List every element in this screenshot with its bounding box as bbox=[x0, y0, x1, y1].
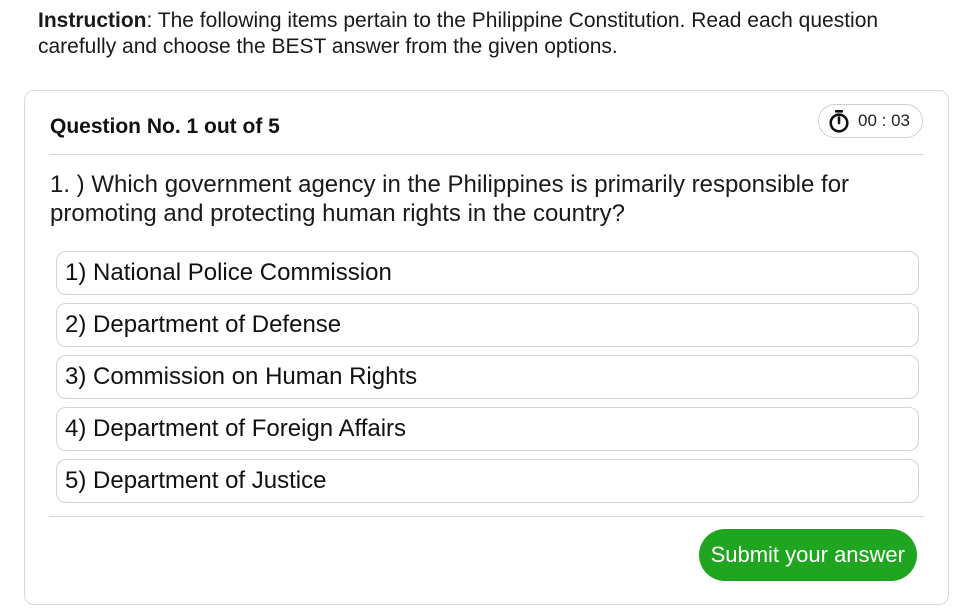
submit-answer-button[interactable]: Submit your answer bbox=[698, 529, 917, 581]
question-counter: Question No. 1 out of 5 bbox=[50, 115, 280, 138]
option-3[interactable]: 3) Commission on Human Rights bbox=[56, 355, 919, 399]
options-list: 1) National Police Commission 2) Departm… bbox=[56, 251, 919, 511]
footer-divider bbox=[49, 516, 924, 517]
timer-badge: 00 : 03 bbox=[818, 104, 923, 138]
option-1[interactable]: 1) National Police Commission bbox=[56, 251, 919, 295]
instruction-label: Instruction bbox=[38, 9, 147, 32]
option-5[interactable]: 5) Department of Justice bbox=[56, 459, 919, 503]
header-divider bbox=[49, 154, 924, 155]
stopwatch-icon bbox=[828, 109, 850, 133]
question-text: 1. ) Which government agency in the Phil… bbox=[50, 171, 850, 227]
timer-value: 00 : 03 bbox=[858, 111, 910, 130]
instruction-body: : The following items pertain to the Phi… bbox=[38, 9, 879, 58]
option-2[interactable]: 2) Department of Defense bbox=[56, 303, 919, 347]
instruction-text: Instruction: The following items pertain… bbox=[38, 8, 918, 60]
question-card: Question No. 1 out of 5 00 : 03 1. ) Whi… bbox=[24, 90, 949, 605]
option-4[interactable]: 4) Department of Foreign Affairs bbox=[56, 407, 919, 451]
